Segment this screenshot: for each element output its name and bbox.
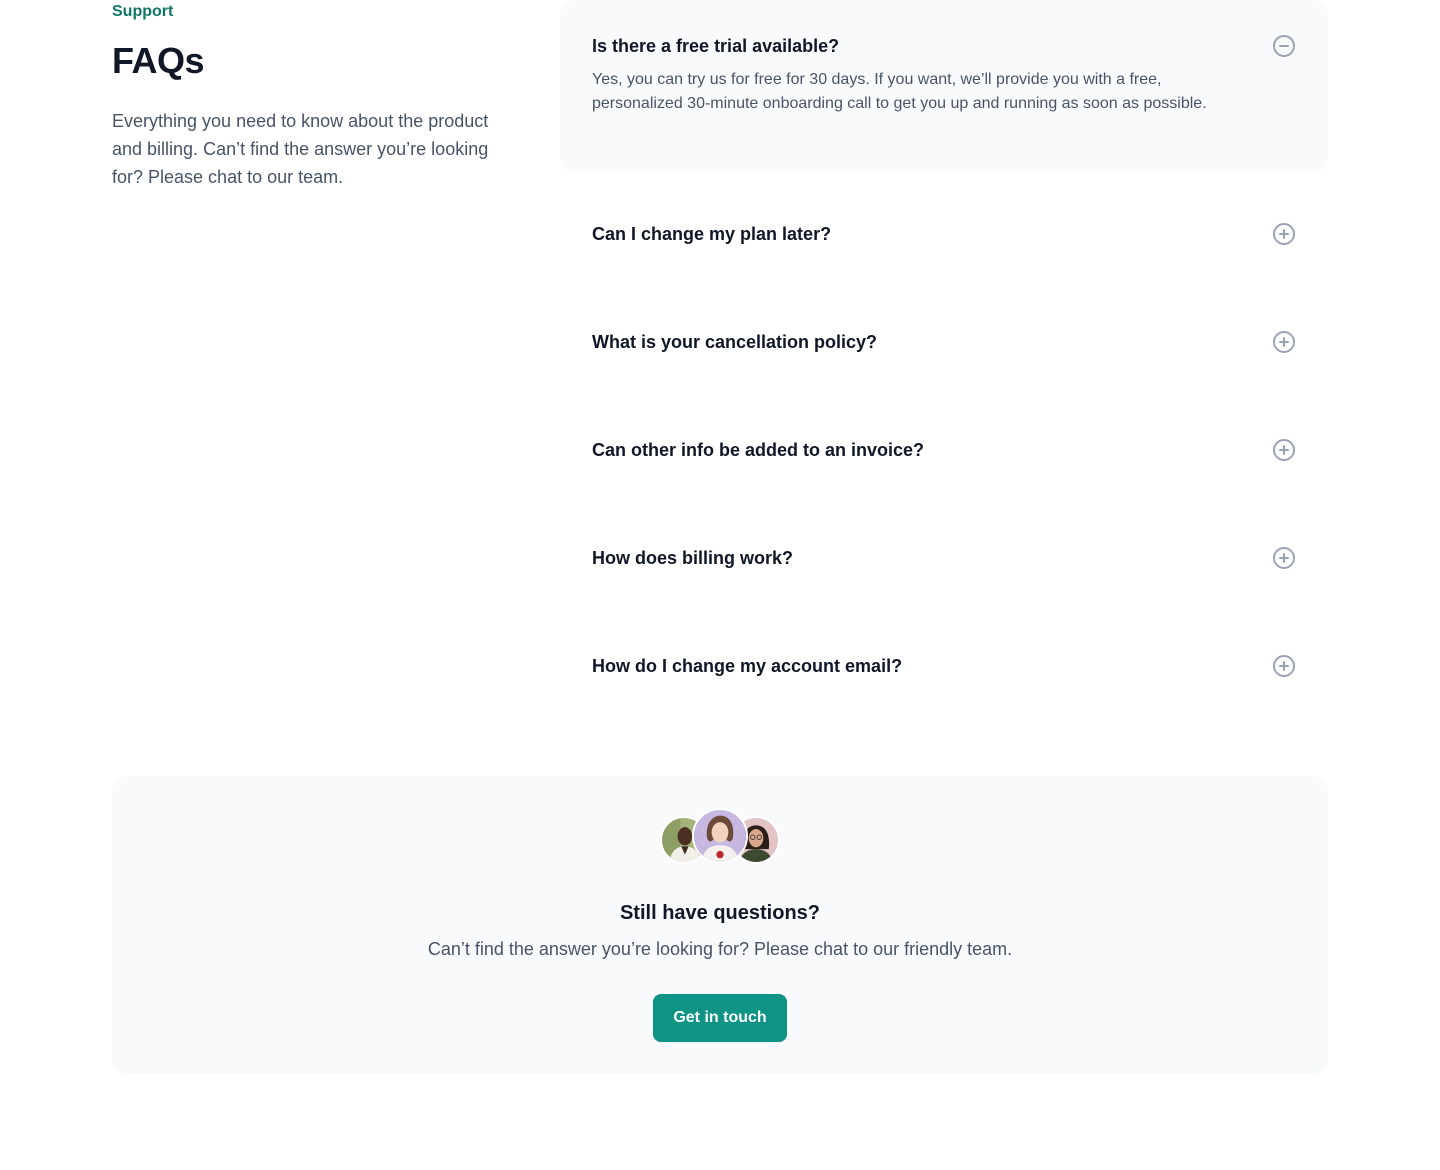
faq-question[interactable]: Can other info be added to an invoice? — [592, 436, 1232, 464]
avatar — [692, 808, 748, 864]
faq-item-free-trial[interactable]: Is there a free trial available? Yes, yo… — [560, 0, 1328, 172]
team-avatar-group — [660, 808, 780, 864]
contact-cta-card: Still have questions? Can’t find the ans… — [112, 776, 1328, 1074]
faq-question[interactable]: Can I change my plan later? — [592, 220, 1232, 248]
minus-circle-icon[interactable] — [1272, 34, 1296, 58]
faq-item-change-plan[interactable]: Can I change my plan later? — [560, 172, 1328, 280]
faq-answer: Yes, you can try us for free for 30 days… — [592, 71, 1207, 112]
faq-item-invoice-info[interactable]: Can other info be added to an invoice? — [560, 388, 1328, 496]
plus-circle-icon[interactable] — [1272, 546, 1296, 570]
intro-description: Everything you need to know about the pr… — [112, 111, 489, 187]
faq-question[interactable]: How do I change my account email? — [592, 652, 1232, 680]
faq-item-account-email[interactable]: How do I change my account email? — [560, 604, 1328, 712]
faq-question[interactable]: Is there a free trial available? — [592, 32, 1232, 60]
faq-question[interactable]: What is your cancellation policy? — [592, 328, 1232, 356]
faq-item-cancellation-policy[interactable]: What is your cancellation policy? — [560, 280, 1328, 388]
cta-description: Can’t find the answer you’re looking for… — [427, 939, 1013, 959]
cta-title: Still have questions? — [619, 902, 821, 924]
plus-circle-icon[interactable] — [1272, 654, 1296, 678]
plus-circle-icon[interactable] — [1272, 438, 1296, 462]
page-title: FAQs — [112, 40, 205, 81]
section-eyebrow: Support — [112, 3, 174, 20]
faq-question[interactable]: How does billing work? — [592, 544, 1232, 572]
faq-item-billing[interactable]: How does billing work? — [560, 496, 1328, 604]
faq-intro: Support FAQs Everything you need to know… — [112, 0, 512, 191]
plus-circle-icon[interactable] — [1272, 222, 1296, 246]
plus-circle-icon[interactable] — [1272, 330, 1296, 354]
get-in-touch-button[interactable]: Get in touch — [653, 994, 787, 1042]
faq-list: Is there a free trial available? Yes, yo… — [560, 0, 1328, 712]
